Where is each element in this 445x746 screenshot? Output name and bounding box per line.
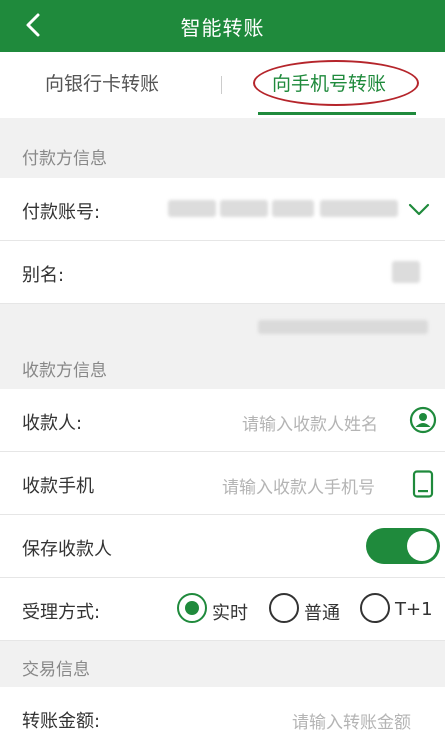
app-header: 智能转账 bbox=[0, 0, 445, 52]
transaction-section-header: 交易信息 bbox=[0, 641, 445, 687]
red-annotation-circle bbox=[253, 60, 419, 106]
save-payee-label: 保存收款人 bbox=[22, 539, 112, 560]
transfer-amount-label: 转账金额: bbox=[22, 711, 101, 732]
payer-account-row[interactable]: 付款账号: bbox=[0, 178, 445, 241]
transfer-tabs: 向银行卡转账 向手机号转账 bbox=[0, 52, 445, 118]
payee-section-header: 收款方信息 bbox=[0, 304, 445, 389]
payer-account-label: 付款账号: bbox=[22, 202, 101, 223]
page-title: 智能转账 bbox=[180, 16, 265, 40]
active-tab-underline bbox=[258, 112, 416, 115]
radio-normal-label[interactable]: 普通 bbox=[304, 599, 340, 625]
transfer-amount-row[interactable]: 转账金额: 请输入转账金额 bbox=[0, 687, 445, 746]
masked-account-segment bbox=[320, 200, 398, 217]
payee-phone-row[interactable]: 收款手机 请输入收款人手机号 bbox=[0, 452, 445, 515]
payee-phone-label: 收款手机 bbox=[22, 476, 94, 497]
alias-label: 别名: bbox=[22, 265, 65, 286]
toggle-knob bbox=[407, 531, 437, 561]
processing-method-row: 受理方式: 实时 普通 T+1 bbox=[0, 578, 445, 641]
radio-normal[interactable] bbox=[269, 593, 299, 623]
tab-divider bbox=[221, 76, 222, 94]
processing-method-label: 受理方式: bbox=[22, 602, 101, 623]
tab-bank-card-transfer[interactable]: 向银行卡转账 bbox=[45, 69, 159, 96]
masked-account-segment bbox=[168, 200, 216, 217]
payee-section-title: 收款方信息 bbox=[22, 361, 107, 381]
radio-t-plus-1-label[interactable]: T+1 bbox=[395, 599, 433, 620]
payer-section-header: 付款方信息 bbox=[0, 118, 445, 178]
phone-contacts-icon[interactable] bbox=[412, 470, 434, 498]
save-payee-row: 保存收款人 bbox=[0, 515, 445, 578]
masked-account-segment bbox=[272, 200, 314, 217]
payee-name-row[interactable]: 收款人: 请输入收款人姓名 bbox=[0, 389, 445, 452]
radio-t-plus-1[interactable] bbox=[360, 593, 390, 623]
payee-phone-input[interactable]: 请输入收款人手机号 bbox=[222, 473, 375, 498]
payee-name-label: 收款人: bbox=[22, 413, 83, 434]
masked-account-segment bbox=[220, 200, 268, 217]
contact-person-icon[interactable] bbox=[409, 406, 437, 434]
transfer-amount-input[interactable]: 请输入转账金额 bbox=[292, 708, 411, 733]
chevron-down-icon[interactable] bbox=[408, 200, 430, 218]
save-payee-toggle[interactable] bbox=[366, 528, 440, 564]
transaction-section-title: 交易信息 bbox=[22, 660, 90, 680]
payee-name-input[interactable]: 请输入收款人姓名 bbox=[242, 410, 378, 435]
radio-realtime-label[interactable]: 实时 bbox=[212, 599, 248, 625]
payer-section-title: 付款方信息 bbox=[22, 149, 107, 169]
radio-realtime[interactable] bbox=[177, 593, 207, 623]
alias-row: 别名: bbox=[0, 241, 445, 304]
masked-info-text bbox=[258, 320, 428, 334]
masked-alias-value bbox=[392, 261, 420, 283]
